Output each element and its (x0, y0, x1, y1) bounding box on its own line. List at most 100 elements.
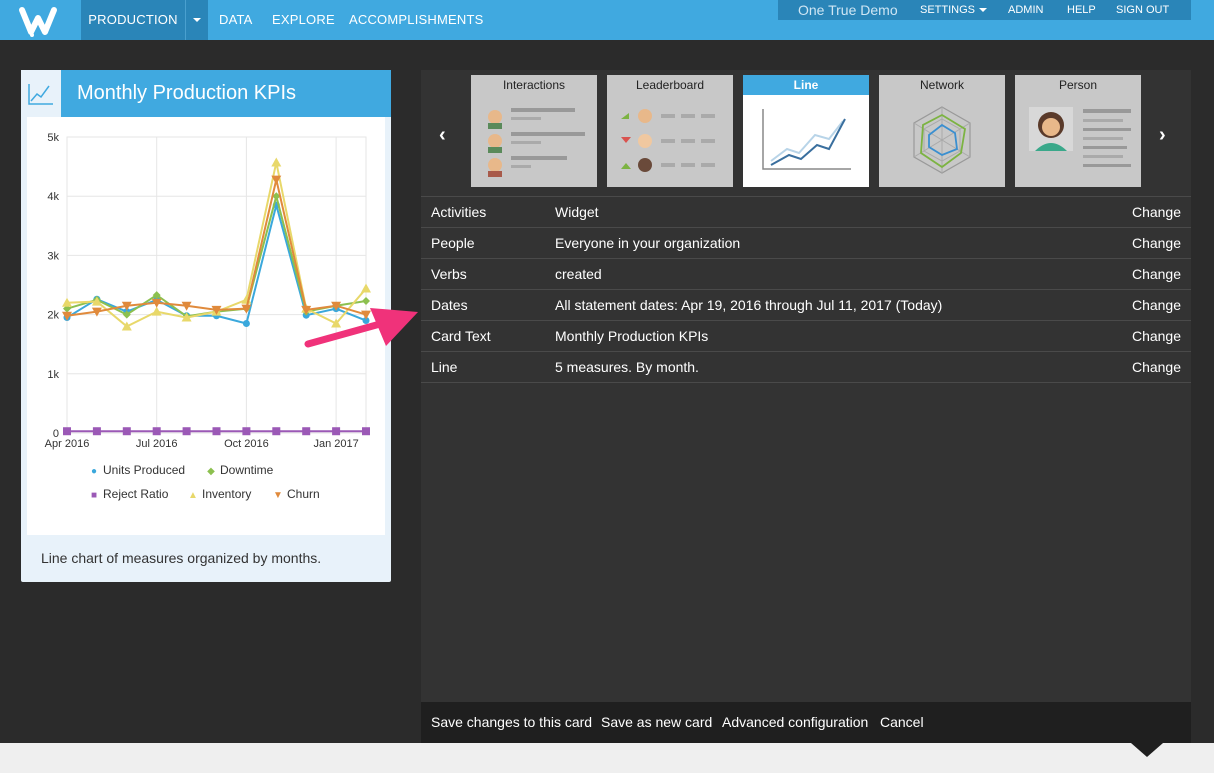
card-editor-panel: ‹ Interactions Leaderboard Line Network … (421, 70, 1191, 702)
x-tick-label: Oct 2016 (224, 438, 269, 450)
data-point (151, 306, 162, 316)
triangle-down-marker-icon: ▼ (273, 490, 283, 501)
leaderboard-thumbnail-icon (621, 109, 715, 172)
legend-label: Inventory (202, 487, 252, 501)
tile-line[interactable]: Line (743, 75, 869, 187)
change-line-button[interactable]: Change (1132, 352, 1181, 382)
chevron-down-icon (979, 8, 988, 13)
card-description: Line chart of measures organized by mont… (41, 550, 322, 566)
interactions-thumbnail-icon (488, 108, 585, 177)
legend-downtime[interactable]: ◆ Downtime (206, 463, 273, 477)
triangle-marker-icon: ▲ (188, 490, 198, 501)
chevron-down-icon (193, 18, 201, 22)
setting-row-verbs: Verbs created Change (421, 258, 1191, 289)
save-as-new-button[interactable]: Save as new card (601, 702, 712, 743)
tile-label: Person (1058, 78, 1098, 92)
change-verbs-button[interactable]: Change (1132, 259, 1181, 289)
setting-row-people: People Everyone in your organization Cha… (421, 227, 1191, 258)
data-point (63, 427, 71, 436)
legend-label: Reject Ratio (103, 487, 169, 501)
tile-interactions[interactable]: Interactions (471, 75, 597, 187)
line-chart-icon (21, 70, 61, 117)
series-line (66, 192, 367, 318)
tile-network[interactable]: Network (879, 75, 1005, 187)
change-people-button[interactable]: Change (1132, 228, 1181, 258)
account-bar: One True Demo SETTINGS ADMIN HELP SIGN O… (778, 0, 1191, 20)
data-point (242, 427, 251, 436)
tile-label: Line (743, 75, 869, 95)
data-point (271, 157, 282, 167)
sign-out-link[interactable]: SIGN OUT (1116, 0, 1169, 20)
tile-person[interactable]: Person (1015, 75, 1141, 187)
card-title: Monthly Production KPIs (77, 82, 296, 104)
data-point (362, 427, 370, 436)
y-tick-label: 4k (47, 191, 59, 203)
plot-frame (66, 136, 367, 434)
network-thumbnail-icon (913, 106, 971, 174)
setting-row-activities: Activities Widget Change (421, 196, 1191, 227)
x-tick-label: Jul 2016 (136, 438, 178, 450)
series-line (66, 179, 367, 317)
y-tick-label: 1k (47, 369, 59, 381)
admin-link[interactable]: ADMIN (1008, 0, 1043, 20)
legend-churn[interactable]: ▼ Churn (273, 487, 320, 501)
circle-marker-icon: ● (90, 466, 98, 477)
save-changes-button[interactable]: Save changes to this card (431, 702, 592, 743)
advanced-config-button[interactable]: Advanced configuration (722, 702, 868, 743)
setting-row-card-text: Card Text Monthly Production KPIs Change (421, 320, 1191, 351)
nav-accomplishments[interactable]: ACCOMPLISHMENTS (349, 0, 483, 40)
person-thumbnail-icon (1029, 107, 1131, 167)
y-tick-label: 3k (47, 250, 59, 262)
data-point (242, 319, 250, 327)
x-tick-label: Apr 2016 (45, 438, 90, 450)
organization-name: One True Demo (798, 2, 898, 18)
setting-value: Everyone in your organization (555, 235, 741, 251)
line-thumbnail-icon (762, 109, 851, 170)
card-settings-list: Activities Widget Change People Everyone… (421, 196, 1191, 383)
tile-leaderboard[interactable]: Leaderboard (607, 75, 733, 187)
legend-inventory[interactable]: ▲ Inventory (188, 487, 251, 501)
settings-menu[interactable]: SETTINGS (920, 0, 988, 20)
cancel-button[interactable]: Cancel (880, 702, 924, 743)
carousel-prev-button[interactable]: ‹ (439, 124, 446, 147)
legend-units-produced[interactable]: ● Units Produced (89, 463, 185, 477)
data-point (92, 427, 101, 436)
setting-value: Widget (555, 204, 599, 220)
setting-row-line: Line 5 measures. By month. Change (421, 351, 1191, 382)
setting-label: Activities (431, 204, 487, 220)
legend-label: Churn (287, 487, 320, 501)
setting-value: Monthly Production KPIs (555, 328, 709, 344)
data-point (272, 427, 281, 436)
setting-label: People (431, 235, 475, 251)
carousel-next-button[interactable]: › (1159, 124, 1166, 147)
card-actions-bar: Save changes to this card Save as new ca… (421, 702, 1191, 743)
tile-label: Leaderboard (635, 78, 705, 92)
change-card-text-button[interactable]: Change (1132, 321, 1181, 351)
nav-production-dropdown[interactable] (185, 0, 208, 40)
change-activities-button[interactable]: Change (1132, 197, 1181, 227)
nav-production[interactable]: PRODUCTION (81, 0, 185, 40)
change-dates-button[interactable]: Change (1132, 290, 1181, 320)
data-point (152, 427, 161, 436)
legend-reject-ratio[interactable]: ■ Reject Ratio (89, 487, 168, 501)
page-bottom-strip (0, 743, 1214, 773)
card-type-carousel: ‹ Interactions Leaderboard Line Network … (421, 70, 1191, 196)
tile-label: Network (919, 78, 964, 92)
nav-data[interactable]: DATA (219, 0, 253, 40)
data-point (122, 427, 131, 436)
nav-explore[interactable]: EXPLORE (272, 0, 335, 40)
x-tick-label: Jan 2017 (313, 438, 358, 450)
divider (421, 382, 1191, 383)
y-tick-label: 5k (47, 132, 59, 144)
data-point (212, 427, 221, 436)
legend-label: Units Produced (103, 463, 186, 477)
help-link[interactable]: HELP (1067, 0, 1096, 20)
diamond-marker-icon: ◆ (207, 466, 215, 477)
settings-label: SETTINGS (920, 4, 976, 16)
card-header: Monthly Production KPIs (21, 70, 391, 117)
setting-value: 5 measures. By month. (555, 359, 699, 375)
data-point (302, 427, 311, 436)
setting-label: Line (431, 359, 458, 375)
setting-value: created (555, 266, 602, 282)
app-logo-icon[interactable] (18, 4, 70, 38)
